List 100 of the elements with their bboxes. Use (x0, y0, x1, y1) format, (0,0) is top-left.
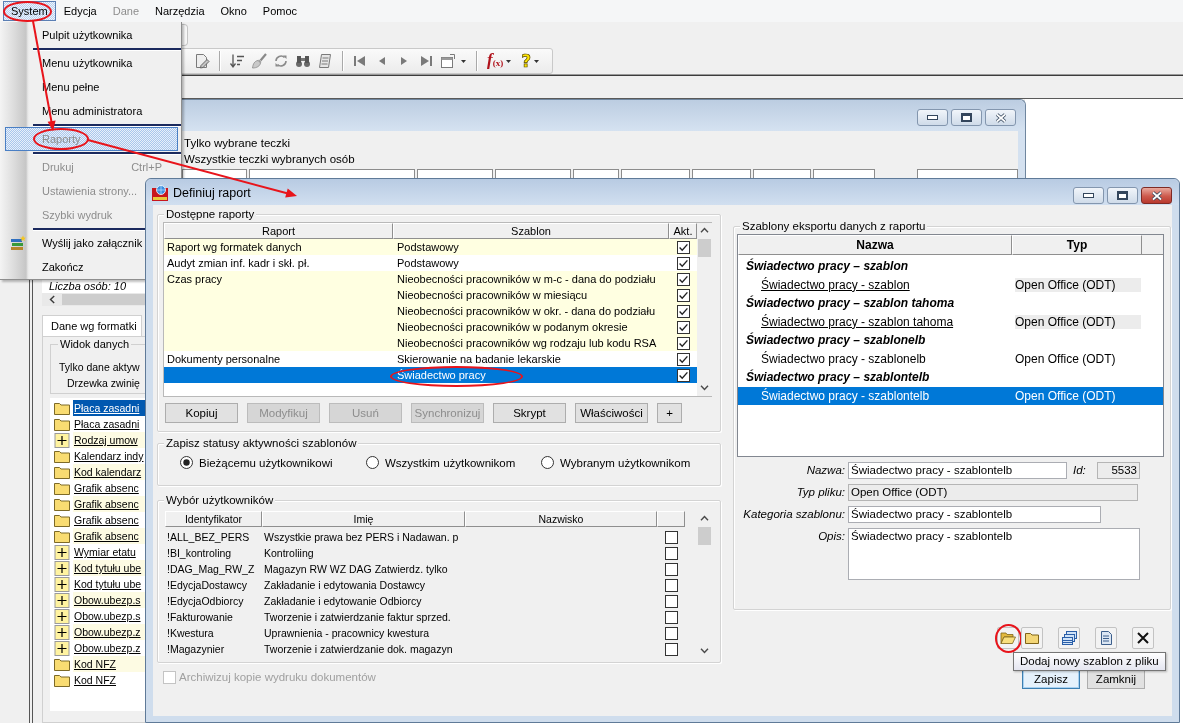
checkbox[interactable] (676, 256, 690, 270)
checkbox[interactable] (664, 578, 678, 592)
minimize-button[interactable] (917, 109, 948, 126)
tab[interactable]: Dane wg formatki (42, 315, 142, 336)
table-row[interactable]: Czas pracy Nieobecności pracowników w m-c - dana do podziału (164, 271, 697, 287)
menu-item[interactable]: Pomoc (254, 1, 306, 21)
binoculars-icon[interactable] (295, 53, 311, 69)
menu-item[interactable]: Pulpit użytkownika (5, 23, 178, 47)
radio-button[interactable] (180, 456, 193, 469)
checkbox[interactable] (664, 546, 678, 560)
menu-item[interactable]: Edycja (55, 1, 105, 21)
plus-icon[interactable] (54, 576, 70, 592)
text-field[interactable]: Świadectwo pracy - szablontelb (848, 528, 1140, 580)
maximize-button[interactable] (1107, 187, 1138, 204)
tree-item[interactable]: Kod NFZ (73, 656, 145, 672)
table-row[interactable]: Nieobecności pracowników w okr. - dana do podziału (164, 303, 697, 319)
text-field[interactable]: 5533 (1097, 462, 1140, 479)
tree-item[interactable]: Kod tytułu ube (73, 560, 145, 576)
notepad-icon[interactable] (317, 53, 333, 69)
chevron-down-icon[interactable] (700, 648, 709, 654)
vertical-scrollbar[interactable] (697, 223, 712, 396)
checkbox[interactable] (676, 304, 690, 318)
brush-icon[interactable] (251, 53, 267, 69)
column-header[interactable]: Szablon (393, 223, 669, 239)
table-row[interactable]: Świadectwo pracy - szablon tahoma Open Office (ODT) (738, 312, 1163, 331)
checkbox[interactable] (676, 272, 690, 286)
action-button[interactable]: Skrypt (493, 403, 566, 423)
tree-item[interactable]: Obow.ubezp.z (73, 624, 145, 640)
chevron-left-icon[interactable] (49, 295, 55, 304)
chevron-down-icon[interactable] (700, 385, 709, 391)
action-button[interactable]: Właściwości (575, 403, 648, 423)
close-button[interactable] (1141, 187, 1172, 204)
chevron-up-icon[interactable] (700, 515, 709, 521)
caret-icon[interactable] (461, 59, 466, 63)
tree-item[interactable]: Obow.ubezp.z (73, 640, 145, 656)
chevron-up-icon[interactable] (700, 227, 709, 233)
menu-item[interactable]: Okno (212, 1, 255, 21)
tree-item[interactable]: Kod kalendarz (73, 464, 145, 480)
radio-label[interactable]: Wszystkim użytkownikom (385, 456, 516, 469)
tree-item[interactable]: Grafik absenc (73, 528, 145, 544)
column-header[interactable]: Akt. (669, 223, 697, 239)
checkbox[interactable] (676, 320, 690, 334)
menu-item[interactable]: System (3, 1, 56, 21)
delete-button[interactable] (1132, 627, 1154, 649)
plus-icon[interactable] (54, 608, 70, 624)
column-header[interactable]: Identyfikator (165, 511, 262, 527)
tree-item[interactable]: Płaca zasadni (73, 416, 145, 432)
checkbox[interactable] (676, 352, 690, 366)
table-row[interactable]: Raport wg formatek danych Podstawowy (164, 239, 697, 255)
stack-button[interactable] (1058, 627, 1080, 649)
table-row[interactable]: Nieobecności pracowników w miesiącu (164, 287, 697, 303)
tree-item[interactable]: Rodzaj umow (73, 432, 145, 448)
folder-button[interactable] (1021, 627, 1043, 649)
dialog-button[interactable]: Zamknij (1087, 669, 1145, 689)
maximize-button[interactable] (951, 109, 982, 126)
plus-icon[interactable] (54, 544, 70, 560)
text-field[interactable]: Świadectwo pracy - szablontelb (848, 506, 1101, 523)
tree-item[interactable]: Obow.ubezp.s (73, 592, 145, 608)
tree-item[interactable]: Grafik absenc (73, 512, 145, 528)
table-row[interactable]: Nieobecności pracowników w podanym okresie (164, 319, 697, 335)
checkbox[interactable] (664, 610, 678, 624)
scrollbar-thumb[interactable] (62, 294, 145, 305)
caret-icon[interactable] (506, 59, 512, 63)
menu-item[interactable]: Wyślij jako załącznik (5, 231, 144, 255)
tree-item[interactable]: Wymiar etatu (73, 544, 145, 560)
scrollbar-thumb[interactable] (698, 239, 711, 257)
menu-item[interactable]: Narzędzia (147, 1, 213, 21)
checkbox[interactable] (664, 594, 678, 608)
checkbox[interactable] (676, 240, 690, 254)
tree-item[interactable]: Kalendarz indy (73, 448, 145, 464)
table-row[interactable]: Dokumenty personalne Skierowanie na badanie lekarskie (164, 351, 697, 367)
checkbox[interactable] (676, 288, 690, 302)
radio-label[interactable]: Bieżącemu użytkownikowi (199, 456, 333, 469)
refresh-icon[interactable] (273, 53, 289, 69)
plus-icon[interactable] (54, 624, 70, 640)
table-row[interactable]: Świadectwo pracy - szablon Open Office (ODT) (738, 275, 1163, 294)
tree-item[interactable]: Płaca zasadni (73, 400, 145, 416)
text-field[interactable]: Świadectwo pracy - szablontelb (848, 462, 1067, 479)
column-header[interactable]: Typ (1012, 235, 1142, 255)
tree-item[interactable]: Obow.ubezp.s (73, 608, 145, 624)
action-button[interactable]: + (657, 403, 682, 423)
checkbox[interactable] (676, 336, 690, 350)
plus-icon[interactable] (54, 592, 70, 608)
radio-label[interactable]: Wybranym użytkownikom (560, 456, 691, 469)
table-row[interactable]: Nieobecności pracowników wg rodzaju lub kodu RSA (164, 335, 697, 351)
option-label[interactable]: Tylko dane aktyw (59, 359, 145, 375)
caret-icon[interactable] (534, 59, 540, 63)
plus-icon[interactable] (54, 640, 70, 656)
tree-item[interactable]: Grafik absenc (73, 480, 145, 496)
option-label[interactable]: Wszystkie teczki wybranych osób (184, 151, 1018, 167)
table-row[interactable]: Świadectwo pracy - szablonelb Open Office (ODT) (738, 349, 1163, 368)
action-button[interactable]: Kopiuj (165, 403, 238, 423)
radio-button[interactable] (541, 456, 554, 469)
tree-item[interactable]: Grafik absenc (73, 496, 145, 512)
text-field[interactable]: Open Office (ODT) (848, 484, 1138, 501)
minimize-button[interactable] (1073, 187, 1104, 204)
column-header[interactable]: Raport (164, 223, 393, 239)
table-row[interactable]: Świadectwo pracy - szablontelb Open Office (ODT) (738, 386, 1163, 405)
menu-item[interactable]: Menu użytkownika (5, 51, 178, 75)
document-button[interactable] (1095, 627, 1117, 649)
